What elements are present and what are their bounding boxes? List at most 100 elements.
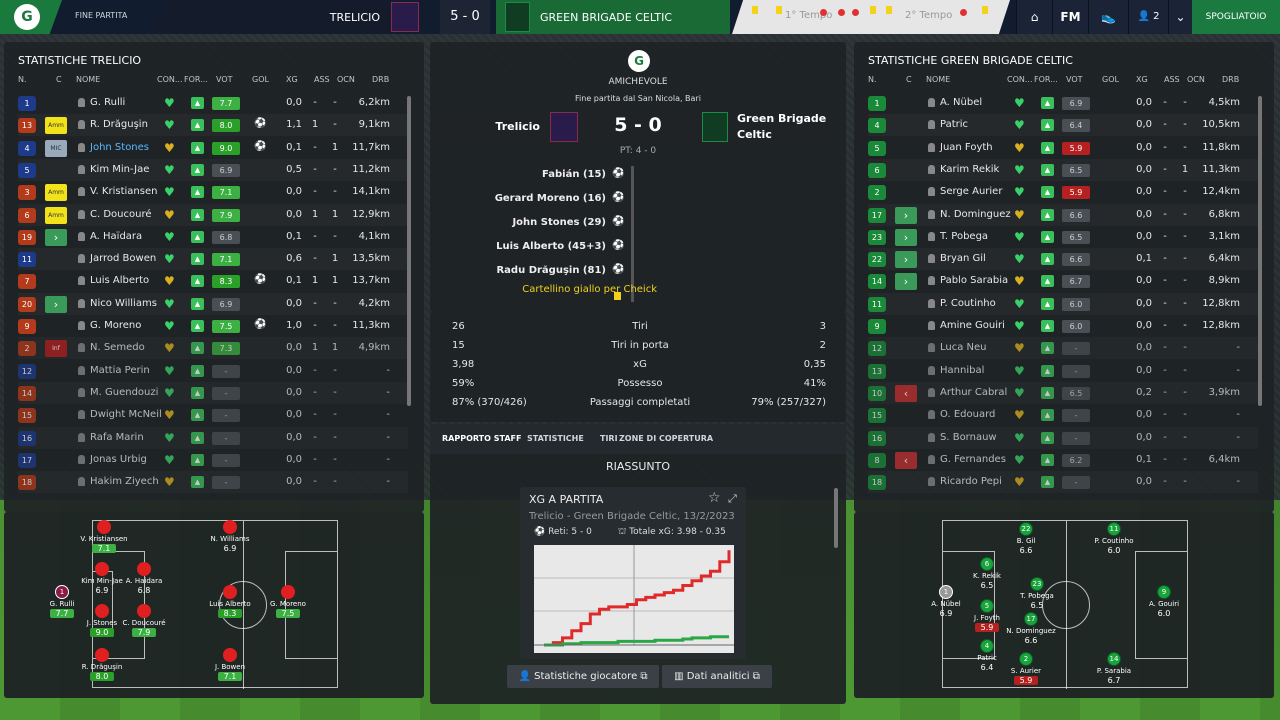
player-name[interactable]: N. Dominguez [940, 209, 1011, 220]
player-name[interactable]: Dwight McNeil [90, 409, 162, 420]
player-stats-button[interactable]: 👤 Statistiche giocatore ⧉ [507, 665, 659, 688]
table-row[interactable]: 20 › Nico Williams ♥ ▲ 6.9 0,0- -4,2km [18, 293, 408, 315]
scrollbar[interactable] [834, 488, 838, 548]
column-header[interactable]: CON... [157, 75, 183, 84]
analytics-button[interactable]: ▥ Dati analitici ⧉ [662, 665, 772, 688]
player-name[interactable]: Pablo Sarabia [940, 275, 1008, 286]
table-row[interactable]: 15 O. Edouard ♥ ▲ -0,0- - - [868, 404, 1258, 426]
table-row[interactable]: 4 MIC John Stones ♥ ▲ 9.0 ⚽ 0,1- 1 11,7km [18, 137, 408, 159]
player-name[interactable]: M. Guendouzi [90, 387, 158, 398]
table-row[interactable]: 16 S. Bornauw ♥ ▲ -0,0- - - [868, 427, 1258, 449]
player-name[interactable]: P. Coutinho [940, 298, 996, 309]
table-row[interactable]: 12 Luca Neu ♥ ▲ -0,0- - - [868, 337, 1258, 359]
formation-player[interactable]: J. Bowen 7.1 [193, 648, 267, 681]
table-row[interactable]: 4 Patric ♥ ▲ 6.4 0,0- -10,5km [868, 114, 1258, 136]
player-name[interactable]: G. Moreno [90, 320, 141, 331]
formation-player[interactable]: 2 S. Aurier 5.9 [989, 652, 1063, 685]
table-row[interactable]: 6 Amm C. Doucouré ♥ ▲ 7.9 0,0 1 1 12,9km [18, 204, 408, 226]
table-row[interactable]: 22 › Bryan Gil ♥ ▲ 6.6 0,1- -6,4km [868, 248, 1258, 270]
player-name[interactable]: Amine Gouiri [940, 320, 1005, 331]
player-name[interactable]: O. Edouard [940, 409, 995, 420]
formation-player[interactable]: 14 P. Sarabia 6.7 [1077, 652, 1151, 685]
column-header[interactable]: OCN [1187, 75, 1205, 84]
column-header[interactable]: C [56, 75, 62, 84]
chevron-down-icon[interactable]: ⌄ [1168, 0, 1192, 34]
table-row[interactable]: 23 › T. Pobega ♥ ▲ 6.5 0,0- -3,1km [868, 226, 1258, 248]
table-row[interactable]: 2 Serge Aurier ♥ ▲ 5.9 0,0- -12,4km [868, 181, 1258, 203]
column-header[interactable]: ASS [314, 75, 330, 84]
player-name[interactable]: Patric [940, 119, 968, 130]
column-header[interactable]: DRB [1222, 75, 1239, 84]
column-header[interactable]: FOR... [184, 75, 208, 84]
report-tab[interactable]: TIRI [600, 434, 618, 443]
table-row[interactable]: 8 ‹ G. Fernandes ♥ ▲ 6.2 0,1- -6,4km [868, 449, 1258, 471]
column-header[interactable]: OCN [337, 75, 355, 84]
table-row[interactable]: 18 Ricardo Pepi ♥ ▲ -0,0- - - [868, 471, 1258, 493]
formation-player[interactable]: 9 A. Gouiri 6.0 [1127, 585, 1201, 618]
formation-player[interactable]: R. Drăguşin 8.0 [65, 648, 139, 681]
formation-player[interactable]: C. Doucouré 7.9 [107, 604, 181, 637]
player-name[interactable]: Mattia Perin [90, 365, 150, 376]
player-name[interactable]: A. Nübel [940, 97, 982, 108]
player-name[interactable]: Luca Neu [940, 342, 987, 353]
player-name[interactable]: Arthur Cabral [940, 387, 1007, 398]
table-row[interactable]: 16 Rafa Marin ♥ ▲ -0,0- - - [18, 427, 408, 449]
formation-player[interactable]: 17 N. Dominguez 6.6 [994, 612, 1068, 645]
player-name[interactable]: Rafa Marin [90, 432, 144, 443]
column-header[interactable]: FOR... [1034, 75, 1058, 84]
xg-card[interactable]: XG A PARTITA ☆ ⤢ Trelicio - Green Brigad… [520, 487, 746, 659]
column-header[interactable]: VOT [1066, 75, 1083, 84]
column-header[interactable]: VOT [216, 75, 233, 84]
table-row[interactable]: 1 G. Rulli ♥ ▲ 7.7 0,0- -6,2km [18, 92, 408, 114]
table-row[interactable]: 14 M. Guendouzi ♥ ▲ -0,0- - - [18, 382, 408, 404]
scrollbar[interactable] [1258, 96, 1262, 406]
column-header[interactable]: N. [868, 75, 877, 84]
column-header[interactable]: NOME [76, 75, 100, 84]
column-header[interactable]: CON... [1007, 75, 1033, 84]
column-header[interactable]: XG [286, 75, 298, 84]
formation-player[interactable]: 23 T. Pobega 6.5 [1000, 577, 1074, 610]
table-row[interactable]: 13 Amm R. Drăguşin ♥ ▲ 8.0 ⚽ 1,1 1 - 9,1km [18, 114, 408, 136]
player-name[interactable]: Kim Min-Jae [90, 164, 149, 175]
player-name[interactable]: G. Rulli [90, 97, 125, 108]
table-row[interactable]: 5 Juan Foyth ♥ ▲ 5.9 0,0- -11,8km [868, 137, 1258, 159]
table-row[interactable]: 5 Kim Min-Jae ♥ ▲ 6.9 0,5- -11,2km [18, 159, 408, 181]
star-icon[interactable]: ☆ [708, 490, 721, 506]
formation-player[interactable]: 22 B. Gil 6.6 [989, 522, 1063, 555]
table-row[interactable]: 7 Luis Alberto ♥ ▲ 8.3 ⚽ 0,1 1 1 13,7km [18, 270, 408, 292]
table-row[interactable]: 10 ‹ Arthur Cabral ♥ ▲ 6.5 0,2- -3,9km [868, 382, 1258, 404]
table-row[interactable]: 17 › N. Dominguez ♥ ▲ 6.6 0,0- -6,8km [868, 204, 1258, 226]
home-icon[interactable]: ⌂ [1016, 0, 1052, 34]
player-name[interactable]: S. Bornauw [940, 432, 997, 443]
expand-icon[interactable]: ⤢ [728, 492, 737, 506]
column-header[interactable]: DRB [372, 75, 389, 84]
profile-button[interactable]: 👤 2 [1128, 0, 1168, 34]
player-name[interactable]: N. Semedo [90, 342, 145, 353]
player-name[interactable]: Jarrod Bowen [90, 253, 156, 264]
report-tab[interactable]: STATISTICHE [527, 434, 584, 443]
formation-player[interactable]: G. Moreno 7.5 [251, 585, 325, 618]
column-header[interactable]: GOL [252, 75, 269, 84]
report-tab[interactable]: RAPPORTO STAFF [442, 434, 521, 443]
player-name[interactable]: Ricardo Pepi [940, 476, 1002, 487]
player-name[interactable]: T. Pobega [940, 231, 988, 242]
player-name[interactable]: Juan Foyth [940, 142, 993, 153]
column-header[interactable]: NOME [926, 75, 950, 84]
table-row[interactable]: 18 Hakim Ziyech ♥ ▲ -0,0- - - [18, 471, 408, 493]
table-row[interactable]: 12 Mattia Perin ♥ ▲ -0,0- - - [18, 360, 408, 382]
formation-player[interactable]: 11 P. Coutinho 6.0 [1077, 522, 1151, 555]
player-name[interactable]: Hannibal [940, 365, 984, 376]
table-row[interactable]: 17 Jonas Urbig ♥ ▲ -0,0- - - [18, 449, 408, 471]
fm-menu-button[interactable]: FM [1052, 0, 1088, 34]
player-name[interactable]: Serge Aurier [940, 186, 1002, 197]
table-row[interactable]: 11 Jarrod Bowen ♥ ▲ 7.1 0,6- 1 13,5km [18, 248, 408, 270]
player-name[interactable]: G. Fernandes [940, 454, 1006, 465]
formation-player[interactable]: A. Haidara 6.8 [107, 562, 181, 595]
table-row[interactable]: 14 › Pablo Sarabia ♥ ▲ 6.7 0,0- -8,9km [868, 270, 1258, 292]
column-header[interactable]: N. [18, 75, 27, 84]
column-header[interactable]: GOL [1102, 75, 1119, 84]
table-row[interactable]: 19 › A. Haïdara ♥ ▲ 6.8 0,1- -4,1km [18, 226, 408, 248]
table-row[interactable]: 3 Amm V. Kristiansen ♥ ▲ 7.1 0,0- -14,1km [18, 181, 408, 203]
shoe-icon[interactable]: 👟 [1088, 0, 1128, 34]
table-row[interactable]: 9 G. Moreno ♥ ▲ 7.5 ⚽ 1,0- -11,3km [18, 315, 408, 337]
